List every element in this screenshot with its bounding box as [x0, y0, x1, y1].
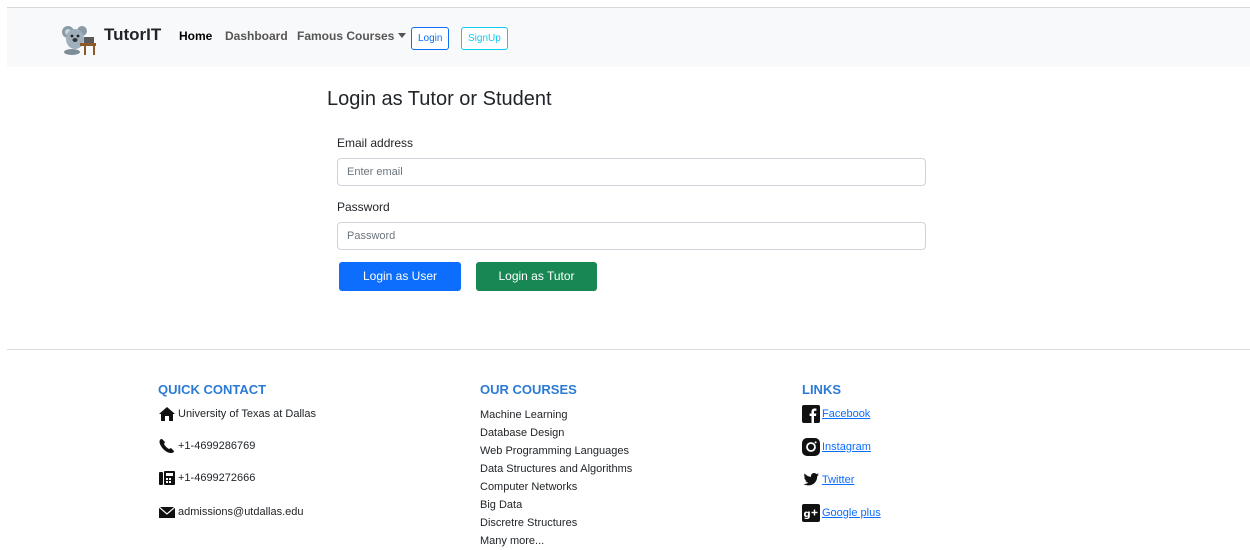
contact-address: University of Texas at Dallas — [158, 405, 316, 423]
contact-fax-text: +1-4699272666 — [178, 472, 256, 484]
fax-icon — [159, 471, 175, 486]
instagram-link-row: Instagram — [802, 438, 871, 457]
page-title: Login as Tutor or Student — [327, 88, 552, 110]
course-item: Computer Networks — [480, 481, 578, 493]
our-courses-heading: OUR COURSES — [480, 382, 577, 397]
instagram-icon[interactable] — [802, 438, 820, 457]
navbar: TutorIT Home Dashboard Famous Courses Lo… — [7, 8, 1250, 67]
contact-email-text: admissions@utdallas.edu — [178, 506, 304, 518]
koala-logo-icon[interactable] — [60, 23, 98, 55]
nav-famous-courses-label: Famous Courses — [297, 29, 395, 43]
contact-email: admissions@utdallas.edu — [158, 503, 304, 521]
course-item: Web Programming Languages — [480, 445, 629, 457]
course-item: Discretre Structures — [480, 517, 578, 529]
google-plus-link[interactable]: Google plus — [822, 507, 881, 519]
quick-contact-heading: QUICK CONTACT — [158, 382, 267, 397]
courses-list: Machine Learning Database Design Web Pro… — [480, 406, 632, 550]
login-as-user-button[interactable]: Login as User — [339, 262, 461, 291]
login-button[interactable]: Login — [411, 27, 450, 50]
google-plus-icon[interactable]: g — [802, 504, 820, 523]
contact-phone: +1-4699286769 — [158, 437, 255, 455]
phone-icon — [159, 439, 174, 454]
password-input[interactable]: Password — [337, 222, 926, 250]
footer-divider — [7, 349, 1250, 350]
nav-home[interactable]: Home — [179, 29, 212, 43]
twitter-link[interactable]: Twitter — [822, 474, 854, 486]
contact-fax: +1-4699272666 — [158, 469, 255, 487]
nav-dashboard[interactable]: Dashboard — [225, 29, 288, 43]
twitter-icon[interactable] — [802, 471, 820, 489]
password-label: Password — [337, 200, 390, 214]
google-plus-link-row: g Google plus — [802, 504, 881, 523]
email-input[interactable]: Enter email — [337, 158, 926, 186]
nav-famous-courses-dropdown[interactable]: Famous Courses — [297, 29, 407, 43]
caret-down-icon — [398, 33, 407, 38]
facebook-icon[interactable] — [802, 405, 820, 424]
course-item: Database Design — [480, 427, 565, 439]
facebook-link[interactable]: Facebook — [822, 408, 870, 420]
instagram-link[interactable]: Instagram — [822, 441, 871, 453]
signup-button[interactable]: SignUp — [461, 27, 508, 50]
envelope-icon — [158, 506, 176, 519]
svg-text:g: g — [804, 509, 811, 520]
twitter-link-row: Twitter — [802, 471, 854, 489]
course-item: Big Data — [480, 499, 523, 511]
course-item: Many more... — [480, 535, 545, 547]
course-item: Data Structures and Algorithms — [480, 463, 633, 475]
links-heading: LINKS — [802, 382, 841, 397]
brand-name[interactable]: TutorIT — [104, 25, 161, 45]
login-as-tutor-button[interactable]: Login as Tutor — [476, 262, 597, 291]
home-icon — [159, 407, 175, 422]
contact-phone-text: +1-4699286769 — [178, 440, 256, 452]
facebook-link-row: Facebook — [802, 405, 870, 424]
email-label: Email address — [337, 136, 414, 150]
contact-address-text: University of Texas at Dallas — [178, 408, 316, 420]
course-item: Machine Learning — [480, 409, 568, 421]
